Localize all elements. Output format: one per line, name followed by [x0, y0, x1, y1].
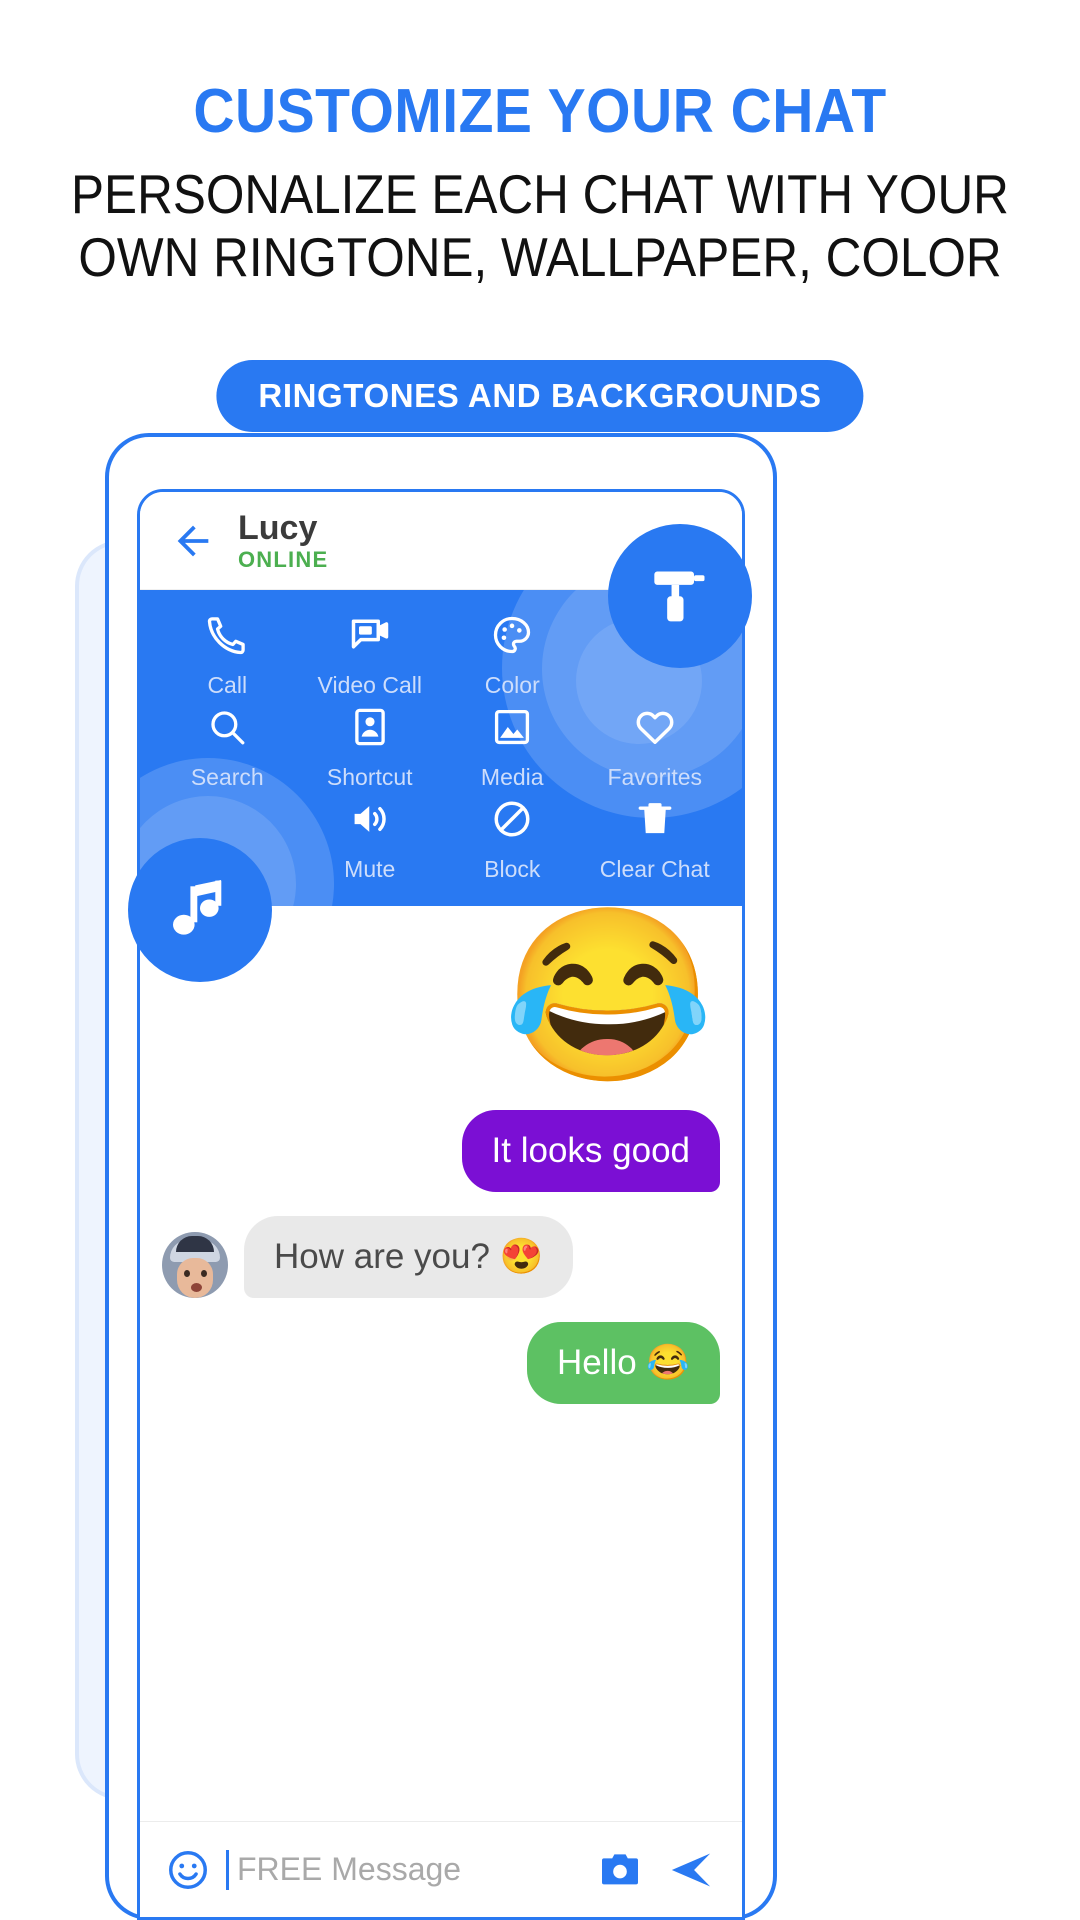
heart-icon [633, 704, 677, 750]
option-search[interactable]: Search [156, 704, 299, 790]
message-composer: FREE Message [140, 1821, 742, 1917]
option-label: Color [484, 672, 540, 698]
search-icon [206, 704, 248, 750]
back-arrow-icon[interactable] [170, 518, 216, 564]
page-subtitle: PERSONALIZE EACH CHAT WITH YOUR OWN RING… [54, 164, 1026, 287]
message-bubble-outgoing: Hello 😂 [526, 1322, 720, 1404]
option-video-call[interactable]: Video Call [299, 612, 442, 698]
message-row: It looks good [162, 1110, 720, 1192]
contact-card-icon [349, 704, 391, 750]
option-label: Favorites [607, 764, 703, 790]
camera-icon[interactable] [596, 1846, 644, 1894]
avatar-hat-top [176, 1236, 214, 1252]
chat-message-list: 😂 It looks good How are you? 😍 Hello 😂 [140, 906, 742, 1404]
option-shortcut[interactable]: Shortcut [299, 704, 442, 790]
subtitle-line-1: PERSONALIZE EACH CHAT WITH YOUR [71, 163, 1009, 225]
option-media[interactable]: Media [441, 704, 584, 790]
phone-icon [206, 612, 248, 658]
emoji-message: 😂 [502, 901, 714, 1091]
headline-block: CUSTOMIZE YOUR CHAT PERSONALIZE EACH CHA… [0, 77, 1080, 288]
option-clear-chat[interactable]: Clear Chat [584, 796, 727, 882]
option-label: Search [190, 764, 264, 790]
message-bubble-outgoing: It looks good [461, 1110, 720, 1192]
send-icon[interactable] [666, 1847, 716, 1893]
palette-icon [490, 612, 534, 658]
phone-screen: Lucy ONLINE Call Video Call Color Search… [137, 489, 745, 1920]
avatar-eye [184, 1270, 190, 1277]
option-label: Clear Chat [599, 856, 710, 882]
option-label: Mute [344, 856, 396, 882]
avatar-eye [201, 1270, 207, 1277]
paint-roller-icon [654, 571, 705, 622]
page-title: CUSTOMIZE YOUR CHAT [193, 77, 887, 146]
block-icon [490, 796, 534, 842]
ringtone-fab[interactable] [128, 838, 272, 982]
speaker-icon [348, 796, 392, 842]
avatar [162, 1232, 228, 1298]
option-call[interactable]: Call [156, 612, 299, 698]
trash-icon [634, 796, 676, 842]
message-bubble-incoming: How are you? 😍 [244, 1216, 574, 1298]
message-row: Hello 😂 [162, 1322, 720, 1404]
option-label: Video Call [317, 672, 422, 698]
option-label: Media [480, 764, 544, 790]
avatar-mouth [191, 1283, 202, 1292]
options-row: Search Shortcut Media Favorites [140, 704, 742, 790]
option-label: Shortcut [326, 764, 413, 790]
peer-info: Lucy ONLINE [238, 509, 328, 573]
option-label: Block [484, 856, 541, 882]
wallpaper-fab[interactable] [608, 524, 752, 668]
avatar-face [177, 1258, 213, 1298]
subtitle-line-2: OWN RINGTONE, WALLPAPER, COLOR [78, 226, 1002, 288]
image-icon [491, 704, 533, 750]
peer-name: Lucy [238, 508, 318, 547]
option-color[interactable]: Color [441, 612, 584, 698]
smiley-icon[interactable] [166, 1848, 210, 1892]
option-mute[interactable]: Mute [299, 796, 442, 882]
music-note-icon [173, 880, 222, 935]
video-call-icon [348, 612, 392, 658]
status-badge: ONLINE [238, 546, 329, 572]
promo-screenshot: CUSTOMIZE YOUR CHAT PERSONALIZE EACH CHA… [0, 0, 1080, 1920]
text-cursor [226, 1849, 229, 1890]
option-favorites[interactable]: Favorites [584, 704, 727, 790]
option-label: Call [207, 672, 248, 698]
message-row: How are you? 😍 [162, 1216, 720, 1298]
message-input[interactable]: FREE Message [237, 1851, 596, 1888]
ringtones-backgrounds-button[interactable]: RINGTONES AND BACKGROUNDS [216, 360, 864, 432]
option-block[interactable]: Block [441, 796, 584, 882]
